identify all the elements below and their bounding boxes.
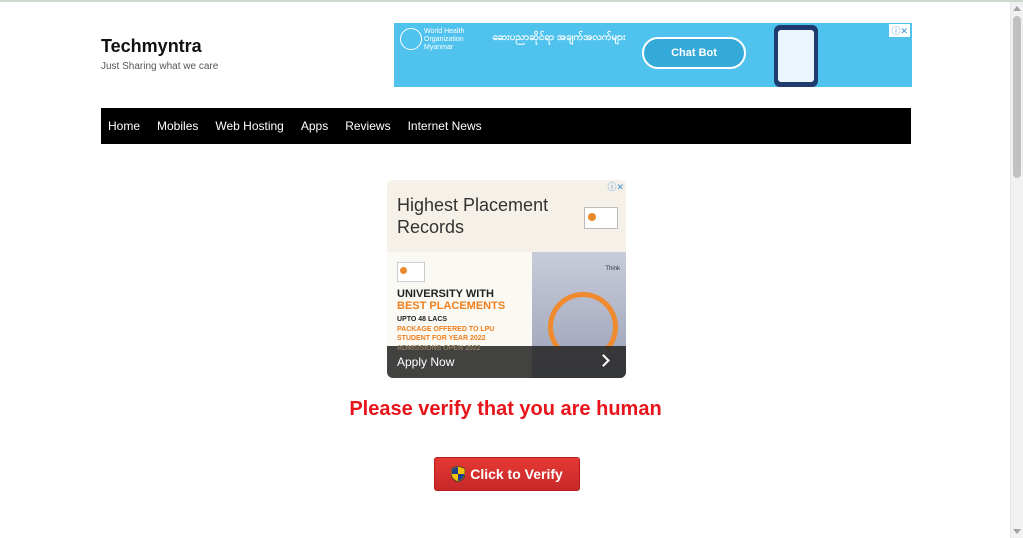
ad-line-university: UNIVERSITY WITH (397, 288, 494, 300)
ad-choices-icon[interactable]: ⓘ✕ (889, 24, 910, 37)
phone-illustration (774, 25, 818, 87)
banner-ad-headline: ဆေးပညာဆိုင်ရာ အချက်အလက်များ (492, 32, 626, 43)
main-nav: Home Mobiles Web Hosting Apps Reviews In… (101, 108, 911, 144)
university-logo-small (397, 262, 425, 282)
ad-choices-icon[interactable]: ⓘ✕ (607, 180, 624, 193)
nav-item-internet-news[interactable]: Internet News (408, 119, 482, 133)
ad-line-package: UPTO 48 LACS (397, 316, 448, 323)
scroll-up-icon[interactable] (1013, 6, 1021, 11)
scroll-down-icon[interactable] (1013, 529, 1021, 534)
globe-icon (400, 28, 422, 50)
site-title[interactable]: Techmyntra (101, 36, 202, 57)
who-logo: World Health Organization Myanmar (400, 28, 464, 52)
chatbot-bubble: Chat Bot (642, 37, 746, 69)
verify-heading: Please verify that you are human (349, 398, 662, 420)
top-border (0, 0, 1023, 2)
apply-now-label: Apply Now (397, 355, 455, 369)
nav-item-mobiles[interactable]: Mobiles (157, 119, 198, 133)
ad-admissions-text: ADMISSIONS OPEN 2022 (397, 345, 481, 352)
scrollbar-thumb[interactable] (1013, 16, 1021, 178)
nav-item-apps[interactable]: Apps (301, 119, 328, 133)
org-region: Myanmar (424, 44, 454, 51)
university-ad[interactable]: ⓘ✕ Highest Placement Records UNIVERSITY … (387, 180, 626, 378)
university-logo (584, 207, 618, 229)
nav-item-reviews[interactable]: Reviews (345, 119, 390, 133)
site-tagline: Just Sharing what we care (101, 61, 219, 72)
photo-brand: Think (605, 266, 620, 272)
org-name-line2: Organization (424, 36, 464, 43)
banner-ad[interactable]: World Health Organization Myanmar ဆေးပညာ… (394, 23, 912, 87)
nav-item-home[interactable]: Home (108, 119, 140, 133)
verify-button-label: Click to Verify (470, 466, 563, 482)
ad-headline: Highest Placement Records (397, 195, 549, 237)
ad-line-offer: PACKAGE OFFERED TO LPU STUDENT FOR YEAR … (397, 326, 495, 342)
org-name-line1: World Health (424, 28, 465, 35)
nav-item-web-hosting[interactable]: Web Hosting (215, 119, 283, 133)
ad-line-placements: BEST PLACEMENTS (397, 300, 506, 312)
apply-now-button[interactable]: ADMISSIONS OPEN 2022 Apply Now (387, 345, 626, 378)
verify-button[interactable]: Click to Verify (434, 457, 580, 491)
shield-icon (451, 466, 466, 482)
scrollbar[interactable] (1010, 2, 1023, 538)
chevron-right-icon (597, 354, 610, 367)
